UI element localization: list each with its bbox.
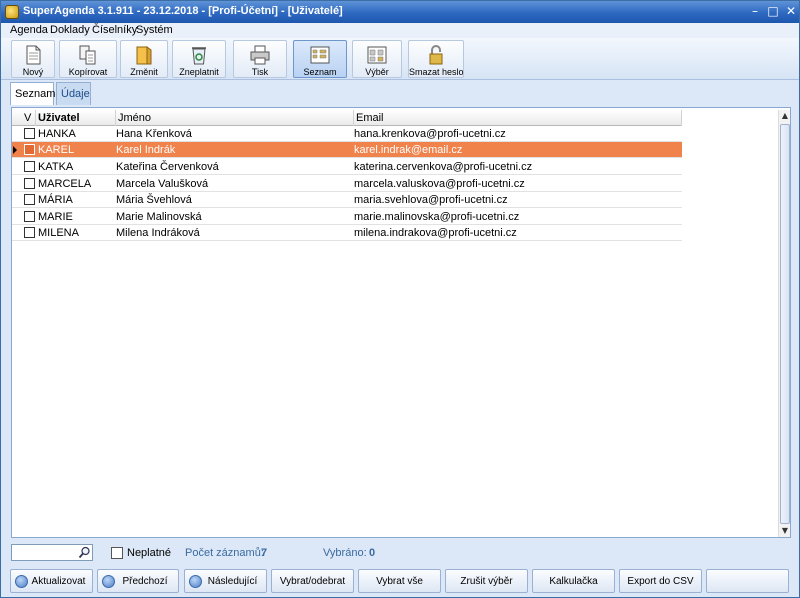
users-grid-panel: V Uživatel Jméno Email HANKA Hana Křenko… bbox=[11, 107, 791, 538]
invalidate-button[interactable]: Zneplatnit bbox=[172, 40, 226, 78]
arrow-down-icon bbox=[189, 575, 202, 588]
cell-user: MARCELA bbox=[38, 178, 92, 190]
cell-email: milena.indrakova@profi-ucetni.cz bbox=[354, 227, 517, 239]
cell-email: hana.krenkova@profi-ucetni.cz bbox=[354, 128, 506, 140]
recycle-bin-icon bbox=[192, 47, 206, 65]
copy-button[interactable]: Kopírovat bbox=[59, 40, 117, 78]
row-checkbox[interactable] bbox=[24, 211, 35, 222]
empty-button[interactable] bbox=[706, 569, 789, 593]
refresh-icon bbox=[15, 575, 28, 588]
invalid-checkbox[interactable] bbox=[111, 547, 123, 559]
window-title: SuperAgenda 3.1.911 - 23.12.2018 - [Prof… bbox=[23, 5, 343, 17]
export-csv-button[interactable]: Export do CSV bbox=[619, 569, 702, 593]
tab-udaje[interactable]: Údaje bbox=[56, 82, 91, 105]
cell-user: HANKA bbox=[38, 128, 76, 140]
row-checkbox[interactable] bbox=[24, 128, 35, 139]
grid-header: V Uživatel Jméno Email bbox=[12, 110, 682, 126]
cell-email: maria.svehlova@profi-ucetni.cz bbox=[354, 194, 508, 206]
arrow-up-icon bbox=[102, 575, 115, 588]
selected-count-value: 0 bbox=[369, 547, 376, 559]
table-row-selected[interactable]: KAREL Karel Indrák karel.indrak@email.cz bbox=[12, 142, 682, 158]
cell-user: KATKA bbox=[38, 161, 74, 173]
select-all-button[interactable]: Vybrat vše bbox=[358, 569, 441, 593]
cell-name: Kateřina Červenková bbox=[116, 161, 219, 173]
cell-email: marcela.valuskova@profi-ucetni.cz bbox=[354, 178, 525, 190]
close-icon[interactable]: ✕ bbox=[783, 4, 799, 19]
scroll-down-icon[interactable]: ▼ bbox=[779, 525, 791, 537]
row-pointer-icon bbox=[13, 146, 17, 154]
row-checkbox[interactable] bbox=[24, 227, 35, 238]
cell-email: katerina.cervenkova@profi-ucetni.cz bbox=[354, 161, 533, 173]
application-window: SuperAgenda 3.1.911 - 23.12.2018 - [Prof… bbox=[0, 0, 800, 598]
table-row[interactable]: MARCELA Marcela Valušková marcela.valusk… bbox=[12, 176, 682, 192]
cell-name: Hana Křenková bbox=[116, 128, 192, 140]
menu-ciselniky[interactable]: Číselníky bbox=[92, 24, 137, 36]
cell-name: Mária Švehlová bbox=[116, 194, 192, 206]
cell-name: Milena Indráková bbox=[116, 227, 200, 239]
tab-seznam[interactable]: Seznam bbox=[10, 82, 55, 105]
scroll-thumb[interactable] bbox=[780, 124, 790, 524]
toolbar: Nový Kopírovat Změnit Zneplatnit Tisk Se… bbox=[1, 38, 799, 80]
search-icon[interactable] bbox=[78, 546, 91, 559]
tab-strip: Seznam Údaje bbox=[1, 80, 799, 106]
table-row[interactable]: MARIE Marie Malinovská marie.malinovska@… bbox=[12, 209, 682, 225]
next-button[interactable]: Následující bbox=[184, 569, 267, 593]
copy-icon bbox=[79, 45, 96, 65]
table-row[interactable]: MÁRIA Mária Švehlová maria.svehlova@prof… bbox=[12, 192, 682, 208]
previous-button[interactable]: Předchozí bbox=[97, 569, 179, 593]
edit-icon bbox=[136, 46, 152, 65]
selection-button[interactable]: Výběr bbox=[352, 40, 402, 78]
cell-name: Marcela Valušková bbox=[116, 178, 209, 190]
record-count-value: 7 bbox=[261, 547, 268, 559]
column-header-name[interactable]: Jméno bbox=[116, 110, 354, 126]
toggle-select-button[interactable]: Vybrat/odebrat bbox=[271, 569, 354, 593]
cell-name: Marie Malinovská bbox=[116, 211, 202, 223]
table-row[interactable]: KATKA Kateřina Červenková katerina.cerve… bbox=[12, 159, 682, 175]
invalid-label: Neplatné bbox=[127, 547, 172, 559]
table-row[interactable]: HANKA Hana Křenková hana.krenkova@profi-… bbox=[12, 126, 682, 142]
row-checkbox[interactable] bbox=[24, 144, 35, 155]
list-view-button[interactable]: Seznam bbox=[293, 40, 347, 78]
row-checkbox[interactable] bbox=[24, 161, 35, 172]
edit-button[interactable]: Změnit bbox=[120, 40, 168, 78]
refresh-button[interactable]: Aktualizovat bbox=[10, 569, 93, 593]
bottom-button-bar: Aktualizovat Předchozí Následující Vybra… bbox=[1, 567, 799, 597]
row-checkbox[interactable] bbox=[24, 178, 35, 189]
cell-user: MARIE bbox=[38, 211, 73, 223]
title-bar[interactable]: SuperAgenda 3.1.911 - 23.12.2018 - [Prof… bbox=[1, 1, 799, 23]
menu-bar: Agenda Doklady Číselníky Systém bbox=[1, 23, 799, 38]
calculator-button[interactable]: Kalkulačka bbox=[532, 569, 615, 593]
row-checkbox[interactable] bbox=[24, 194, 35, 205]
vertical-scrollbar[interactable]: ▲ ▼ bbox=[778, 110, 790, 537]
cell-email: marie.malinovska@profi-ucetni.cz bbox=[354, 211, 520, 223]
app-icon bbox=[5, 5, 19, 19]
table-row[interactable]: MILENA Milena Indráková milena.indrakova… bbox=[12, 225, 682, 241]
maximize-icon[interactable]: □ bbox=[765, 4, 781, 19]
filter-bar: Neplatné Počet záznamů: 7 Vybráno: 0 bbox=[1, 541, 799, 565]
menu-agenda[interactable]: Agenda bbox=[10, 24, 48, 36]
record-count-label: Počet záznamů: bbox=[185, 547, 264, 559]
cell-user: MILENA bbox=[38, 227, 79, 239]
cell-user: MÁRIA bbox=[38, 194, 73, 206]
cell-name: Karel Indrák bbox=[116, 144, 176, 156]
menu-system[interactable]: Systém bbox=[136, 24, 173, 36]
print-button[interactable]: Tisk bbox=[233, 40, 287, 78]
padlock-icon bbox=[429, 45, 443, 65]
delete-password-button[interactable]: Smazat heslo bbox=[408, 40, 464, 78]
minimize-icon[interactable]: – bbox=[747, 4, 763, 19]
selected-count-label: Vybráno: bbox=[323, 547, 367, 559]
printer-icon bbox=[250, 45, 270, 65]
cell-email: karel.indrak@email.cz bbox=[354, 144, 463, 156]
list-view-icon bbox=[310, 46, 330, 64]
column-header-user[interactable]: Uživatel bbox=[36, 110, 116, 126]
selection-icon bbox=[367, 46, 387, 64]
menu-doklady[interactable]: Doklady bbox=[50, 24, 90, 36]
column-header-email[interactable]: Email bbox=[354, 110, 682, 126]
cell-user: KAREL bbox=[38, 144, 75, 156]
new-button[interactable]: Nový bbox=[11, 40, 55, 78]
scroll-up-icon[interactable]: ▲ bbox=[779, 110, 791, 122]
new-document-icon bbox=[26, 45, 41, 65]
column-header-v[interactable]: V bbox=[22, 110, 36, 126]
clear-selection-button[interactable]: Zrušit výběr bbox=[445, 569, 528, 593]
